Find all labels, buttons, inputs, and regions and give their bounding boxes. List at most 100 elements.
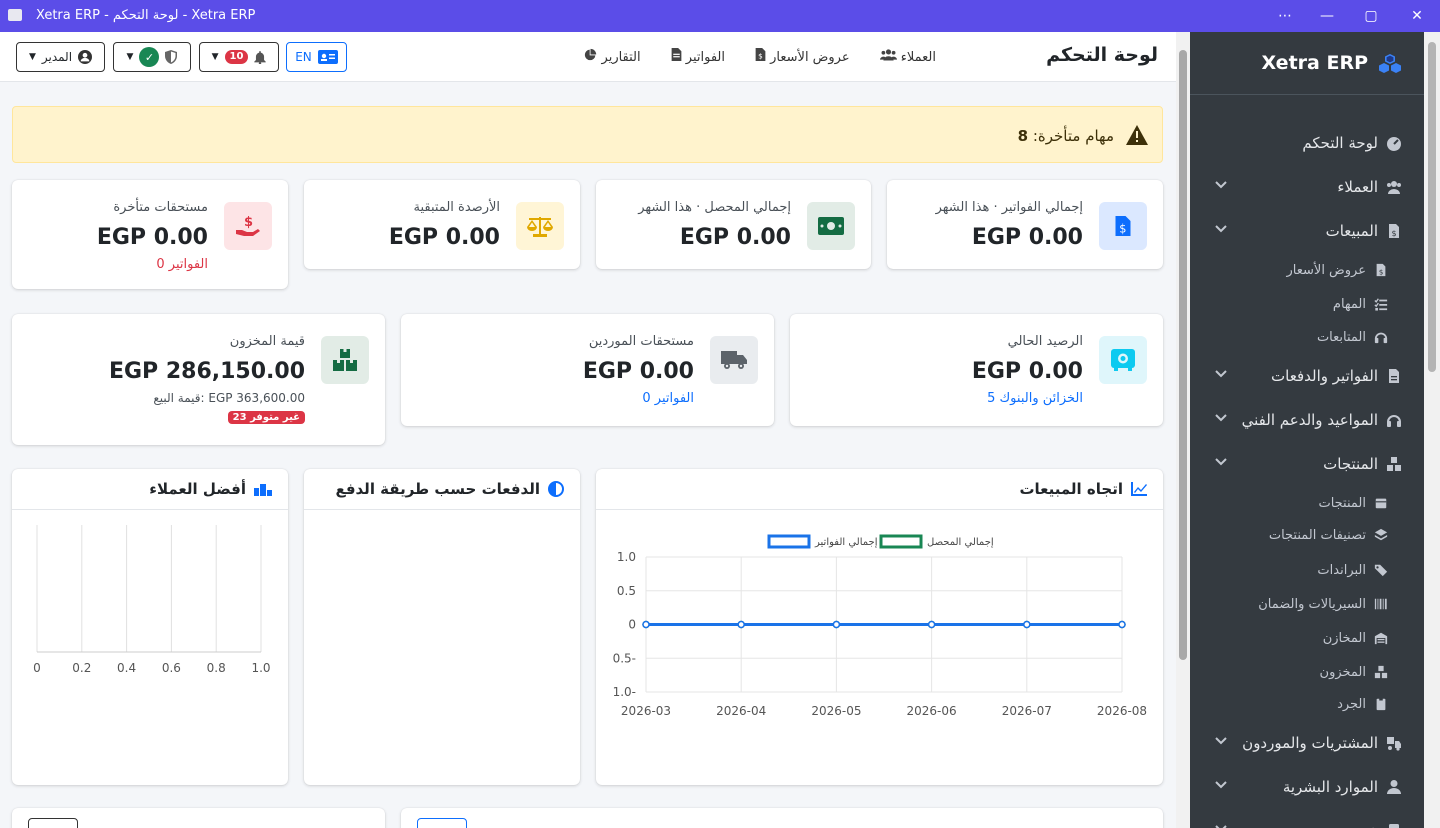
stat-card-overdue-receivables[interactable]: $ مستحقات متأخرة EGP 0.00 0 الفواتير [12, 180, 288, 289]
headset-icon [1374, 332, 1388, 344]
panel-title: أفضل العملاء [149, 480, 272, 498]
sidebar: Xetra ERP لوحة التحكم العملاء المبيعات $ عرو… [1190, 32, 1424, 828]
out-of-stock-badge[interactable]: 23 غير متوفر [227, 411, 305, 424]
nav-link-reports[interactable]: التقارير [584, 48, 641, 65]
stat-icon-box: $ [1099, 202, 1147, 250]
sidebar-item[interactable]: عروض الأسعار $ [1287, 259, 1389, 281]
file-invoice-dollar-icon: $ [1376, 263, 1386, 276]
legend-label: إجمالي المحصل [927, 537, 994, 548]
data-point [832, 620, 841, 629]
sidebar-item[interactable]: المخزون [1320, 661, 1388, 683]
sidebar-item[interactable]: المبيعات $ [1326, 220, 1402, 242]
chevron-down-icon[interactable] [1214, 822, 1228, 828]
chart-line-icon [1131, 482, 1147, 496]
stat-label: إجمالي المحصل · هذا الشهر [638, 200, 791, 215]
chevron-down-icon[interactable] [1214, 778, 1228, 796]
sidebar-item[interactable]: المواعيد والدعم الفني [1242, 409, 1402, 431]
sidebar-item-label: خدمتي [1336, 822, 1378, 828]
sidebar-item[interactable]: الفواتير والدفعات [1271, 365, 1402, 387]
tags-icon [1374, 564, 1388, 577]
chevron-down-icon[interactable] [1214, 178, 1228, 196]
main-scrollbar[interactable] [1176, 32, 1190, 828]
sidebar-item-label: الفواتير والدفعات [1271, 367, 1378, 385]
window-maximize-button[interactable]: ▢ [1356, 6, 1386, 26]
nav-link-invoices[interactable]: الفواتير [671, 48, 725, 65]
stat-value: EGP 0.00 [96, 225, 208, 250]
stat-card-remaining-balances[interactable]: الأرصدة المتبقية EGP 0.00 [304, 180, 580, 269]
stat-card-supplier-payables[interactable]: مستحقات الموردين EGP 0.00 0 الفواتير [401, 314, 774, 426]
sidebar-scrollbar[interactable] [1424, 32, 1440, 828]
sidebar-scrollbar-thumb[interactable] [1428, 42, 1436, 372]
sidebar-item[interactable]: لوحة التحكم [1302, 132, 1402, 154]
headset-icon [1387, 415, 1401, 427]
chevron-down-icon[interactable] [1214, 455, 1228, 473]
sidebar-item[interactable]: المخازن [1323, 627, 1388, 649]
sidebar-item[interactable]: العملاء [1337, 176, 1402, 198]
chevron-down-icon[interactable] [1214, 367, 1228, 385]
panel-action-button[interactable] [417, 818, 467, 828]
bell-icon [254, 50, 267, 64]
sidebar-item[interactable]: الجرد [1337, 693, 1388, 715]
svg-text:$: $ [244, 215, 253, 230]
users-icon [1387, 181, 1401, 194]
user-circle-icon [78, 50, 93, 64]
panel-action-button[interactable] [28, 818, 78, 828]
legend-swatch [879, 534, 923, 549]
window-more-button[interactable]: ⋯ [1270, 6, 1300, 26]
status-dropdown[interactable]: ▼ ✓ [113, 42, 191, 72]
data-point [1118, 620, 1126, 629]
money-bill-icon [818, 217, 844, 235]
y-tick-label: 0.5- [613, 651, 636, 665]
stat-value: EGP 0.00 [388, 225, 500, 250]
chevron-down-icon[interactable] [1214, 222, 1228, 240]
legend-swatch [767, 534, 811, 549]
chevron-down-icon[interactable] [1214, 734, 1228, 752]
stat-card-current-balance[interactable]: الرصيد الحالي EGP 0.00 5 الخزائن والبنوك [790, 314, 1163, 426]
nav-links: التقارير الفواتير $ عروض الأسعار العملاء [584, 48, 936, 65]
nav-link-quotes[interactable]: $ عروض الأسعار [755, 48, 850, 65]
data-point [927, 620, 936, 629]
stat-card-total-invoices[interactable]: $ إجمالي الفواتير · هذا الشهر EGP 0.00 [887, 180, 1163, 269]
app-icon [8, 9, 22, 21]
clipboard-icon [1376, 697, 1386, 711]
stat-sub-link[interactable]: 0 الفواتير [642, 391, 694, 406]
sidebar-brand[interactable]: Xetra ERP [1262, 52, 1368, 74]
sidebar-item[interactable]: السيريالات والضمان [1258, 593, 1388, 615]
stat-sub-text: قيمة البيع: EGP 363,600.00 [153, 391, 305, 405]
sidebar-item[interactable]: تصنيفات المنتجات [1269, 524, 1388, 546]
user-menu-dropdown[interactable]: ▼ المدير [16, 42, 105, 72]
panel-header: الدفعات حسب طريقة الدفع [304, 469, 580, 510]
sidebar-item[interactable]: المنتجات [1323, 453, 1402, 475]
x-tick-label: 2026-07 [1002, 704, 1052, 718]
chevron-down-icon[interactable] [1214, 411, 1228, 429]
stat-card-inventory-value[interactable]: قيمة المخزون EGP 286,150.00 قيمة البيع: … [12, 314, 385, 445]
sidebar-item[interactable]: المهام [1333, 293, 1388, 315]
panel-title-text: الدفعات حسب طريقة الدفع [335, 480, 540, 498]
language-switch-button[interactable]: EN [286, 42, 347, 72]
sidebar-item[interactable]: البراندات [1317, 559, 1388, 581]
file-invoice-dollar-icon: $ [755, 48, 766, 61]
panel-header: اتجاه المبيعات [596, 469, 1163, 510]
file-invoice-dollar-icon: $ [1115, 216, 1131, 236]
check-circle-icon: ✓ [139, 47, 160, 67]
sidebar-item[interactable]: الموارد البشرية [1283, 776, 1402, 798]
window-title: Xetra ERP - لوحة التحكم - Xetra ERP [36, 8, 256, 23]
stat-sub-link[interactable]: 0 الفواتير [156, 257, 208, 272]
nav-link-customers[interactable]: العملاء [879, 48, 936, 65]
x-tick-label: 2026-08 [1097, 704, 1147, 718]
sidebar-item[interactable]: المنتجات [1318, 492, 1388, 514]
window-minimize-button[interactable]: — [1312, 6, 1342, 26]
nav-link-label: التقارير [601, 50, 641, 65]
sidebar-item-label: المخازن [1322, 630, 1366, 646]
notifications-dropdown[interactable]: ▼ 10 [199, 42, 279, 72]
boxes-icon [1374, 665, 1388, 679]
sidebar-item[interactable]: المتابعات [1317, 326, 1388, 348]
sidebar-item[interactable]: المشتريات والموردون [1242, 732, 1402, 754]
stat-card-total-collected[interactable]: إجمالي المحصل · هذا الشهر EGP 0.00 [596, 180, 871, 269]
stat-sub-link[interactable]: 5 الخزائن والبنوك [987, 391, 1083, 406]
main-scrollbar-thumb[interactable] [1179, 50, 1187, 660]
sidebar-item[interactable]: خدمتي [1336, 820, 1402, 828]
ranking-icon [254, 484, 272, 496]
window-close-button[interactable]: ✕ [1402, 6, 1432, 26]
overdue-tasks-alert[interactable]: مهام متأخرة: 8 [12, 106, 1163, 163]
